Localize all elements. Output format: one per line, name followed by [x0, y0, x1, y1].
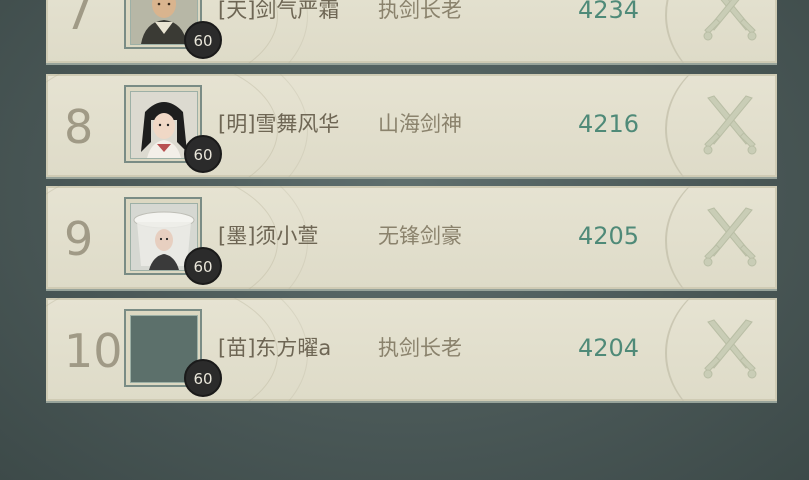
- level-badge: 60: [184, 247, 222, 285]
- crossed-swords-icon[interactable]: [698, 0, 762, 42]
- player-name: [墨]须小萱: [218, 224, 319, 248]
- player-title: 执剑长老: [378, 336, 462, 360]
- crossed-swords-icon[interactable]: [698, 92, 762, 156]
- crossed-swords-icon[interactable]: [698, 204, 762, 268]
- player-name: [天]剑气严霜: [218, 0, 340, 22]
- level-badge: 60: [184, 21, 222, 59]
- player-name: [明]雪舞风华: [218, 112, 340, 136]
- leaderboard-row[interactable]: 8 60 [明]雪舞风华 山海剑神 4216: [46, 74, 777, 177]
- crossed-swords-icon[interactable]: [698, 316, 762, 380]
- player-title: 执剑长老: [378, 0, 462, 22]
- player-score: 4216: [578, 110, 640, 138]
- player-name: [苗]东方曜a: [218, 336, 332, 360]
- level-badge: 60: [184, 135, 222, 173]
- leaderboard-row[interactable]: 10 60 [苗]东方曜a 执剑长老 4204: [46, 298, 777, 401]
- player-score: 4205: [578, 222, 640, 250]
- leaderboard-row[interactable]: 7 60 [天]剑气严霜 执剑长老 4234: [46, 0, 777, 63]
- player-score: 4234: [578, 0, 640, 24]
- player-title: 山海剑神: [378, 112, 462, 136]
- player-score: 4204: [578, 334, 640, 362]
- player-title: 无锋剑豪: [378, 224, 462, 248]
- leaderboard-row[interactable]: 9 60 [墨]须小萱 无锋剑豪 4205: [46, 186, 777, 289]
- level-badge: 60: [184, 359, 222, 397]
